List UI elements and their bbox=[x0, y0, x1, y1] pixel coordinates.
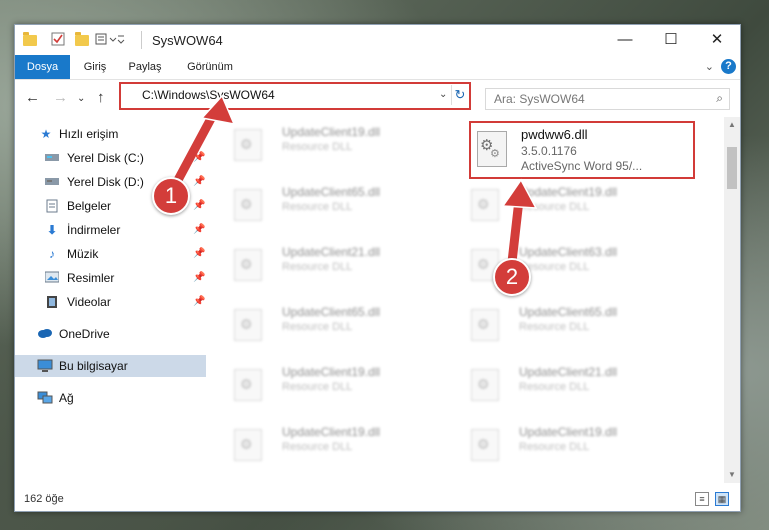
step-badge-1: 1 bbox=[152, 177, 190, 215]
arrow-to-address-bar bbox=[173, 108, 219, 185]
step-badge-2: 2 bbox=[493, 258, 531, 296]
arrow-to-file bbox=[507, 195, 524, 267]
arrowhead-2 bbox=[501, 178, 538, 209]
annotation-overlay bbox=[173, 94, 538, 267]
